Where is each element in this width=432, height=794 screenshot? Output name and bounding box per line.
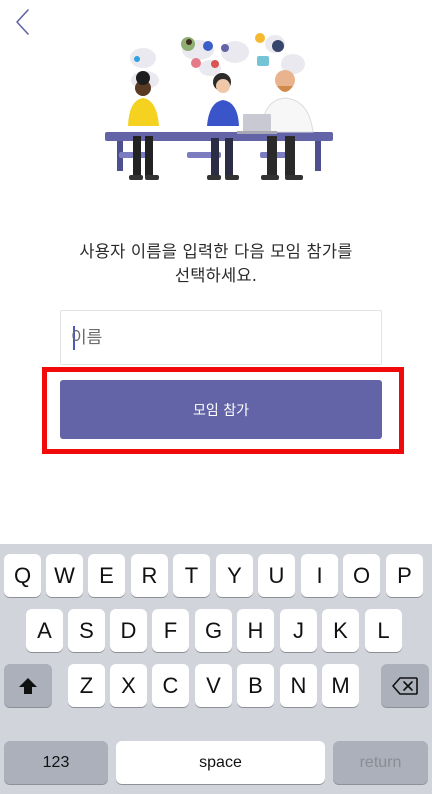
key-e[interactable]: E xyxy=(88,554,125,597)
key-g[interactable]: G xyxy=(195,609,232,652)
key-w[interactable]: W xyxy=(46,554,83,597)
key-t[interactable]: T xyxy=(173,554,210,597)
key-k[interactable]: K xyxy=(322,609,359,652)
key-b[interactable]: B xyxy=(237,664,274,707)
meeting-illustration xyxy=(105,33,333,180)
join-meeting-label: 모임 참가 xyxy=(193,402,249,419)
instruction-line-1: 사용자 이름을 입력한 다음 모임 참가를 xyxy=(79,242,353,261)
key-v[interactable]: V xyxy=(195,664,232,707)
instruction-text: 사용자 이름을 입력한 다음 모임 참가를 선택하세요. xyxy=(40,240,392,288)
join-meeting-button[interactable]: 모임 참가 xyxy=(60,380,382,439)
key-r[interactable]: R xyxy=(131,554,168,597)
key-d[interactable]: D xyxy=(110,609,147,652)
key-p[interactable]: P xyxy=(386,554,423,597)
key-l[interactable]: L xyxy=(365,609,402,652)
key-u[interactable]: U xyxy=(258,554,295,597)
delete-key[interactable] xyxy=(381,664,429,707)
name-input[interactable] xyxy=(71,311,371,364)
key-y[interactable]: Y xyxy=(216,554,253,597)
shift-arrow-icon xyxy=(19,677,37,694)
back-button[interactable] xyxy=(10,4,40,40)
space-key[interactable]: space xyxy=(116,741,325,784)
key-h[interactable]: H xyxy=(237,609,274,652)
backspace-icon xyxy=(392,676,418,695)
key-f[interactable]: F xyxy=(152,609,189,652)
key-x[interactable]: X xyxy=(110,664,147,707)
key-n[interactable]: N xyxy=(280,664,317,707)
numbers-key[interactable]: 123 xyxy=(4,741,108,784)
key-q[interactable]: Q xyxy=(4,554,41,597)
on-screen-keyboard: Q W E R T Y U I O P A S D F G H J K L Z … xyxy=(0,544,432,794)
key-o[interactable]: O xyxy=(343,554,380,597)
key-a[interactable]: A xyxy=(26,609,63,652)
key-m[interactable]: M xyxy=(322,664,359,707)
shift-key[interactable] xyxy=(4,664,52,707)
join-meeting-screen: 사용자 이름을 입력한 다음 모임 참가를 선택하세요. 모임 참가 Q W E… xyxy=(0,0,432,794)
key-j[interactable]: J xyxy=(280,609,317,652)
name-field[interactable] xyxy=(60,310,382,365)
key-i[interactable]: I xyxy=(301,554,338,597)
key-s[interactable]: S xyxy=(68,609,105,652)
instruction-line-2: 선택하세요. xyxy=(174,266,258,285)
key-z[interactable]: Z xyxy=(68,664,105,707)
chevron-left-icon xyxy=(16,9,29,35)
return-key[interactable]: return xyxy=(333,741,428,784)
key-c[interactable]: C xyxy=(152,664,189,707)
